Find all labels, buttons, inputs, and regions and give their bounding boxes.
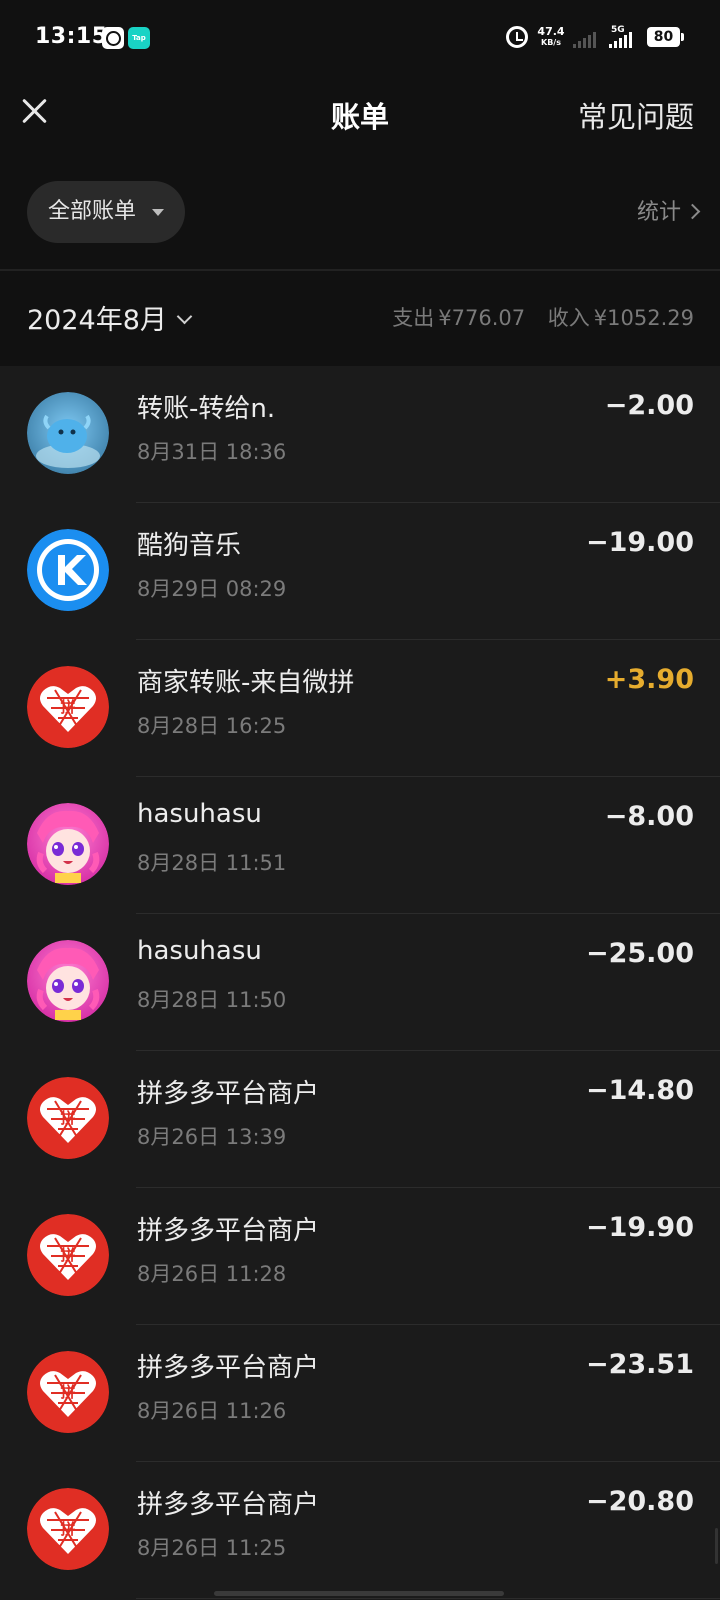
income-value: ¥1052.29 bbox=[593, 306, 694, 330]
transaction-time: 8月26日 11:26 bbox=[137, 1399, 287, 1423]
transaction-row[interactable]: 酷狗音乐 8月29日 08:29 −19.00 bbox=[0, 503, 720, 640]
transaction-title: 拼多多平台商户 bbox=[137, 1490, 320, 1520]
transaction-time: 8月28日 11:50 bbox=[137, 988, 287, 1012]
svg-text:拼: 拼 bbox=[60, 698, 75, 716]
status-time: 13:15 bbox=[35, 24, 108, 49]
svg-text:拼: 拼 bbox=[60, 1383, 75, 1401]
transaction-row[interactable]: 拼 拼多多平台商户 8月26日 13:39 −14.80 bbox=[0, 1051, 720, 1188]
faq-link[interactable]: 常见问题 bbox=[578, 94, 694, 136]
row-divider bbox=[136, 1598, 720, 1599]
network-speed-value: 47.4 bbox=[537, 25, 565, 38]
transaction-title: hasuhasu bbox=[137, 936, 262, 966]
battery-icon: 80 bbox=[647, 27, 684, 47]
transaction-amount: +3.90 bbox=[604, 664, 694, 695]
transaction-amount: −19.90 bbox=[585, 1212, 694, 1243]
pinduoduo-logo-avatar: 拼 bbox=[27, 1351, 109, 1433]
bill-filter-label: 全部账单 bbox=[48, 199, 137, 224]
svg-text:拼: 拼 bbox=[60, 1109, 75, 1127]
transaction-time: 8月26日 11:28 bbox=[137, 1262, 287, 1286]
transaction-amount: −19.00 bbox=[585, 527, 694, 558]
transaction-title: 转账-转给n. bbox=[137, 394, 276, 424]
svg-text:拼: 拼 bbox=[60, 1520, 75, 1538]
transaction-row[interactable]: 拼 拼多多平台商户 8月26日 11:26 −23.51 bbox=[0, 1325, 720, 1462]
expense-value: ¥776.07 bbox=[438, 306, 526, 330]
transaction-row[interactable]: 拼 商家转账-来自微拼 8月28日 16:25 +3.90 bbox=[0, 640, 720, 777]
transaction-amount: −23.51 bbox=[585, 1349, 694, 1380]
bill-filter-dropdown[interactable]: 全部账单 bbox=[27, 181, 185, 243]
qq-mail-icon bbox=[102, 27, 124, 49]
transaction-title: 拼多多平台商户 bbox=[137, 1216, 320, 1246]
month-selector[interactable]: 2024年8月 bbox=[27, 298, 193, 337]
transaction-title: 拼多多平台商户 bbox=[137, 1079, 320, 1109]
stats-link[interactable]: 统计 bbox=[636, 194, 701, 226]
transaction-amount: −2.00 bbox=[604, 390, 694, 421]
blue-bird-avatar bbox=[27, 392, 109, 474]
pinduoduo-logo-avatar: 拼 bbox=[27, 1077, 109, 1159]
transaction-time: 8月28日 11:51 bbox=[137, 851, 287, 875]
month-summary: 支出 ¥776.07 收入 ¥1052.29 bbox=[388, 302, 694, 332]
income-label: 收入 bbox=[547, 306, 590, 330]
alarm-icon bbox=[506, 26, 528, 48]
transaction-time: 8月26日 13:39 bbox=[137, 1125, 287, 1149]
taptap-icon: Tap bbox=[128, 27, 150, 49]
network-speed: 47.4 KB/s bbox=[536, 26, 566, 48]
filter-row: 全部账单 统计 bbox=[0, 164, 720, 270]
transaction-row[interactable]: 转账-转给n. 8月31日 18:36 −2.00 bbox=[0, 366, 720, 503]
transaction-amount: −20.80 bbox=[585, 1486, 694, 1517]
pinduoduo-logo-avatar: 拼 bbox=[27, 1488, 109, 1570]
transaction-time: 8月31日 18:36 bbox=[137, 440, 287, 464]
expense-label: 支出 bbox=[392, 306, 435, 330]
transaction-title: 商家转账-来自微拼 bbox=[137, 668, 355, 698]
transaction-time: 8月26日 11:25 bbox=[137, 1536, 287, 1560]
chevron-right-icon bbox=[684, 203, 701, 220]
nav-bar: 账单 常见问题 bbox=[0, 76, 720, 164]
pinduoduo-logo-avatar: 拼 bbox=[27, 1214, 109, 1296]
kugou-logo-avatar bbox=[27, 529, 109, 611]
transaction-amount: −25.00 bbox=[585, 938, 694, 969]
transaction-row[interactable]: hasuhasu 8月28日 11:51 −8.00 bbox=[0, 777, 720, 914]
transaction-time: 8月29日 08:29 bbox=[137, 577, 287, 601]
anime-girl-avatar bbox=[27, 940, 109, 1022]
status-bar: 13:15 Tap 47.4 KB/s 5G 80 bbox=[0, 0, 720, 76]
network-speed-unit: KB/s bbox=[541, 38, 561, 47]
scrollbar bbox=[715, 1528, 718, 1564]
svg-text:拼: 拼 bbox=[60, 1246, 75, 1264]
transaction-row[interactable]: hasuhasu 8月28日 11:50 −25.00 bbox=[0, 914, 720, 1051]
transaction-title: 拼多多平台商户 bbox=[137, 1353, 320, 1383]
transaction-row[interactable]: 拼 拼多多平台商户 8月26日 11:28 −19.90 bbox=[0, 1188, 720, 1325]
signal-sim2-icon bbox=[609, 30, 632, 48]
transaction-title: 酷狗音乐 bbox=[137, 531, 242, 561]
month-label: 2024年8月 bbox=[27, 305, 167, 336]
anime-girl-avatar bbox=[27, 803, 109, 885]
caret-down-icon bbox=[152, 209, 164, 216]
chevron-down-icon bbox=[176, 308, 193, 325]
transaction-list: 转账-转给n. 8月31日 18:36 −2.00 酷狗音乐 8月29日 08:29 −1… bbox=[0, 366, 720, 1600]
month-header: 2024年8月 支出 ¥776.07 收入 ¥1052.29 bbox=[0, 271, 720, 366]
pinduoduo-logo-avatar: 拼 bbox=[27, 666, 109, 748]
transaction-amount: −14.80 bbox=[585, 1075, 694, 1106]
stats-label: 统计 bbox=[636, 200, 681, 225]
transaction-title: hasuhasu bbox=[137, 799, 262, 829]
transaction-amount: −8.00 bbox=[604, 801, 694, 832]
transaction-row[interactable]: 拼 拼多多平台商户 8月26日 11:25 −20.80 bbox=[0, 1462, 720, 1599]
transaction-time: 8月28日 16:25 bbox=[137, 714, 287, 738]
home-indicator bbox=[214, 1591, 504, 1596]
signal-sim1-icon bbox=[573, 30, 596, 48]
